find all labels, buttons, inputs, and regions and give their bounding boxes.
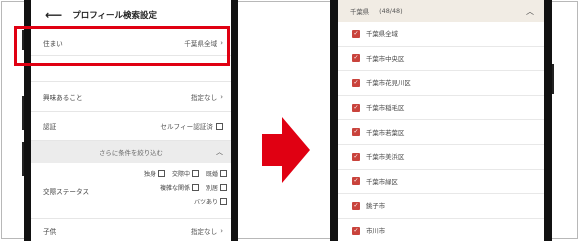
area-selection-screen: 千葉県 (48/48) ︿ ✓ 千葉県全域 ✓ 千葉市中央区 ✓ 千葉市花見川区 ✓ 千… <box>338 0 544 241</box>
hobby-label: 興味あること <box>43 93 83 102</box>
prefecture-header[interactable]: 千葉県 (48/48) ︿ <box>338 0 544 22</box>
list-item[interactable]: ✓ 千葉市緑区 <box>338 170 544 195</box>
list-item[interactable]: ✓ 千葉県全域 <box>338 22 544 47</box>
list-item[interactable]: ✓ 千葉市美浜区 <box>338 145 544 170</box>
list-item[interactable]: ✓ 千葉市花見川区 <box>338 71 544 96</box>
prefecture-name: 千葉県 <box>350 7 370 16</box>
checkbox[interactable] <box>220 183 227 191</box>
status-option-complicated[interactable]: 複雑な関係 <box>160 183 199 192</box>
list-item[interactable]: ✓ 銚子市 <box>338 194 544 219</box>
list-item[interactable]: ✓ 千葉市稲毛区 <box>338 96 544 121</box>
verification-checkbox[interactable] <box>216 122 223 130</box>
residence-highlight-box <box>14 26 230 66</box>
list-item[interactable]: ✓ 市川市 <box>338 219 544 241</box>
status-option-married[interactable]: 既婚 <box>206 169 227 178</box>
refine-filter-header[interactable]: さらに条件を絞り込む ︿ <box>31 141 231 163</box>
hobby-value: 指定なし <box>190 93 218 102</box>
checkbox[interactable] <box>191 183 199 191</box>
back-arrow-icon[interactable]: ⟵ <box>45 9 62 21</box>
city-list: ✓ 千葉県全域 ✓ 千葉市中央区 ✓ 千葉市花見川区 ✓ 千葉市稲毛区 ✓ 千葉市若葉区 … <box>338 22 544 241</box>
checked-checkbox-icon[interactable]: ✓ <box>352 226 360 235</box>
chevron-up-icon: ︿ <box>216 148 223 156</box>
children-row[interactable]: 子供 指定なし › <box>31 219 231 241</box>
relationship-status-label: 交際ステータス <box>43 187 90 196</box>
children-label: 子供 <box>43 228 57 236</box>
checkbox[interactable] <box>220 169 227 177</box>
refine-filter-label: さらに条件を絞り込む <box>99 148 163 157</box>
chevron-up-icon: ︿ <box>526 6 534 16</box>
verification-value: セルフィー認証済 <box>160 123 213 131</box>
verification-label: 認証 <box>43 123 57 131</box>
checked-checkbox-icon[interactable]: ✓ <box>352 29 360 38</box>
chevron-right-icon: › <box>220 92 223 101</box>
status-option-single[interactable]: 独身 <box>144 169 165 178</box>
status-option-divorced[interactable]: バツあり <box>194 197 227 206</box>
right-arrow-icon <box>262 117 310 183</box>
checked-checkbox-icon[interactable]: ✓ <box>352 54 360 63</box>
list-item[interactable]: ✓ 千葉市若葉区 <box>338 120 544 145</box>
checkbox[interactable] <box>157 169 165 177</box>
status-option-dating[interactable]: 交際中 <box>172 169 199 178</box>
checked-checkbox-icon[interactable]: ✓ <box>352 152 360 161</box>
checkbox[interactable] <box>220 197 227 205</box>
relationship-status-options: 独身 交際中 既婚 複雑な関係 別居 バツあり <box>101 166 227 208</box>
checkbox[interactable] <box>191 169 199 177</box>
status-option-separated[interactable]: 別居 <box>206 183 227 192</box>
checked-checkbox-icon[interactable]: ✓ <box>352 78 360 87</box>
checked-checkbox-icon[interactable]: ✓ <box>352 177 360 186</box>
checked-checkbox-icon[interactable]: ✓ <box>352 201 360 210</box>
verification-row[interactable]: 認証 セルフィー認証済 <box>31 112 231 141</box>
phone-right: 千葉県 (48/48) ︿ ✓ 千葉県全域 ✓ 千葉市中央区 ✓ 千葉市花見川区 ✓ 千… <box>330 0 552 241</box>
checked-checkbox-icon[interactable]: ✓ <box>352 103 360 112</box>
hobby-row[interactable]: 興味あること 指定なし › <box>31 82 231 112</box>
children-value: 指定なし <box>190 228 218 236</box>
page-title: プロフィール検索設定 <box>72 11 158 21</box>
selection-count: (48/48) <box>379 7 403 15</box>
checked-checkbox-icon[interactable]: ✓ <box>352 128 360 137</box>
list-item[interactable]: ✓ 千葉市中央区 <box>338 47 544 72</box>
chevron-right-icon: › <box>220 227 223 235</box>
